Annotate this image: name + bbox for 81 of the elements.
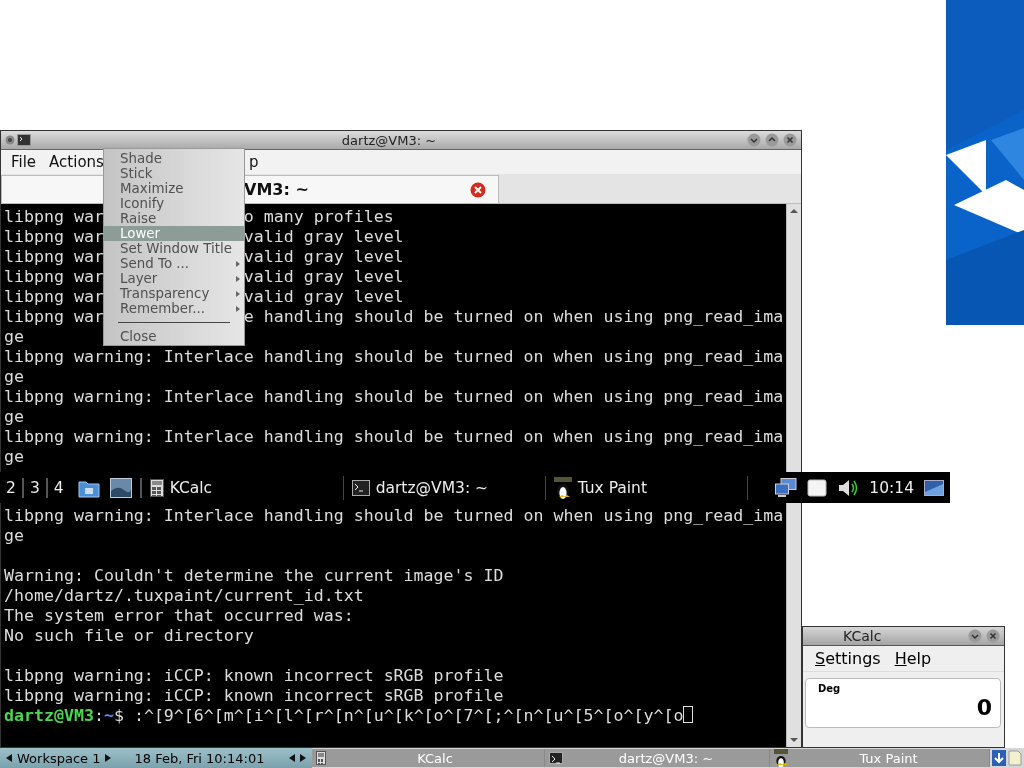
output-line: libpng warning: Interlace handling should be turned on when using png_read_ima xyxy=(4,506,784,526)
minimize-icon[interactable] xyxy=(968,629,982,643)
next-icon[interactable] xyxy=(300,754,306,762)
task-button[interactable]: KCalc xyxy=(141,475,344,500)
output-text: libpng war xyxy=(4,227,104,247)
menu-item[interactable]: p xyxy=(248,153,264,171)
output-line: libpng warning: iCCP: known incorrect sRGB profile xyxy=(4,666,504,686)
output-text: o many profiles xyxy=(243,207,394,227)
output-line: ge xyxy=(4,447,24,467)
output-line: /home/dartz/.tuxpaint/current_id.txt xyxy=(4,586,364,606)
clock: 10:14 xyxy=(869,478,914,497)
angle-mode: Deg xyxy=(818,682,841,696)
task-button[interactable]: Tux Paint xyxy=(545,475,748,500)
date-time: 18 Feb, Fri 10:14:01 xyxy=(134,750,265,766)
menu-item[interactable]: Raise xyxy=(104,211,244,226)
menu-item[interactable]: Layer xyxy=(104,271,244,286)
workspace-button[interactable]: 4 xyxy=(47,477,70,498)
scrollbar[interactable] xyxy=(786,204,801,747)
menu-item[interactable]: Shade xyxy=(104,151,244,166)
output-text: valid gray level xyxy=(243,227,404,247)
menu-item[interactable]: Remember... xyxy=(104,301,244,316)
close-icon[interactable] xyxy=(783,133,797,147)
output-text: libpng war xyxy=(4,287,104,307)
text-cursor xyxy=(683,706,694,723)
workspace-name[interactable]: Workspace 1 xyxy=(17,750,101,766)
window-title: KCalc xyxy=(843,628,883,644)
menu-item[interactable]: Transparency xyxy=(104,286,244,301)
close-icon[interactable] xyxy=(986,629,1000,643)
output-line: libpng warning: Interlace handling should be turned on when using png_read_ima xyxy=(4,427,784,447)
penguin-icon xyxy=(774,749,788,767)
output-line: ge xyxy=(4,327,24,347)
window-title: dartz@VM3: ~ xyxy=(340,132,438,148)
output-line: ge xyxy=(4,407,24,427)
menu-item[interactable]: File xyxy=(11,153,42,171)
menu-item[interactable]: Send To ... xyxy=(104,256,244,271)
network-icon xyxy=(775,477,798,498)
output-text: valid gray level xyxy=(243,247,404,267)
output-text: valid gray level xyxy=(243,287,404,307)
workspace-button[interactable]: 3 xyxy=(23,477,48,498)
terminal-icon xyxy=(17,134,31,146)
output-line: The system error that occurred was: xyxy=(4,606,354,626)
output-line: ge xyxy=(4,526,24,546)
menu-item[interactable]: Close xyxy=(104,329,244,344)
output-line: libpng warning: Interlace handling should be turned on when using png_read_ima xyxy=(4,347,784,367)
terminal-icon xyxy=(549,752,563,764)
task-button[interactable]: dartz@VM3: ~ xyxy=(343,475,546,500)
output-line: No such file or directory xyxy=(4,626,254,646)
calculator-icon xyxy=(149,478,164,497)
note-icon xyxy=(1008,750,1022,766)
output-text: libpng war xyxy=(4,247,104,267)
output-line: Warning: Couldn't determine the current image's ID xyxy=(4,566,504,586)
menu-item[interactable]: Settings xyxy=(815,649,881,668)
previous-workspace-icon[interactable] xyxy=(6,754,12,762)
output-line: libpng warning: iCCP: known incorrect sRGB profile xyxy=(4,686,504,706)
output-line: libpng warning: Interlace handling should be turned on when using png_read_ima xyxy=(4,387,784,407)
menu-item[interactable]: Help xyxy=(894,649,932,668)
terminal-icon xyxy=(351,479,370,496)
minimize-icon[interactable] xyxy=(747,133,761,147)
landscape-icon[interactable] xyxy=(109,477,132,498)
download-icon xyxy=(992,750,1006,766)
calculator-icon xyxy=(316,751,326,765)
speaker-icon xyxy=(837,477,860,498)
output-text: libpng war xyxy=(4,307,104,327)
maximize-icon[interactable] xyxy=(765,133,779,147)
menu-item[interactable]: Set Window Title xyxy=(104,241,244,256)
output-line: ge xyxy=(4,367,24,387)
display-value: 0 xyxy=(976,693,992,720)
output-text: libpng war xyxy=(4,207,104,227)
prompt-line: dartz@VM3:~$ :^[9^[6^[m^[i^[l^[r^[n^[u^[k^[o^[7^[;^[n^[u^[5^[o^[y^[o xyxy=(4,706,684,726)
output-text: libpng war xyxy=(4,267,104,287)
penguin-icon xyxy=(553,476,572,499)
workspace-button[interactable]: 2 xyxy=(0,477,24,498)
close-icon[interactable] xyxy=(470,181,486,198)
next-workspace-icon[interactable] xyxy=(105,754,112,762)
window-menu-icon[interactable] xyxy=(5,135,15,145)
drive-icon xyxy=(807,478,828,497)
output-text: valid gray level xyxy=(243,267,404,287)
menu-item[interactable]: Maximize xyxy=(104,181,244,196)
output-text: e handling should be turned on when using png_read_ima xyxy=(243,307,784,327)
desktop-icon[interactable] xyxy=(924,479,944,496)
previous-icon[interactable] xyxy=(289,754,295,762)
